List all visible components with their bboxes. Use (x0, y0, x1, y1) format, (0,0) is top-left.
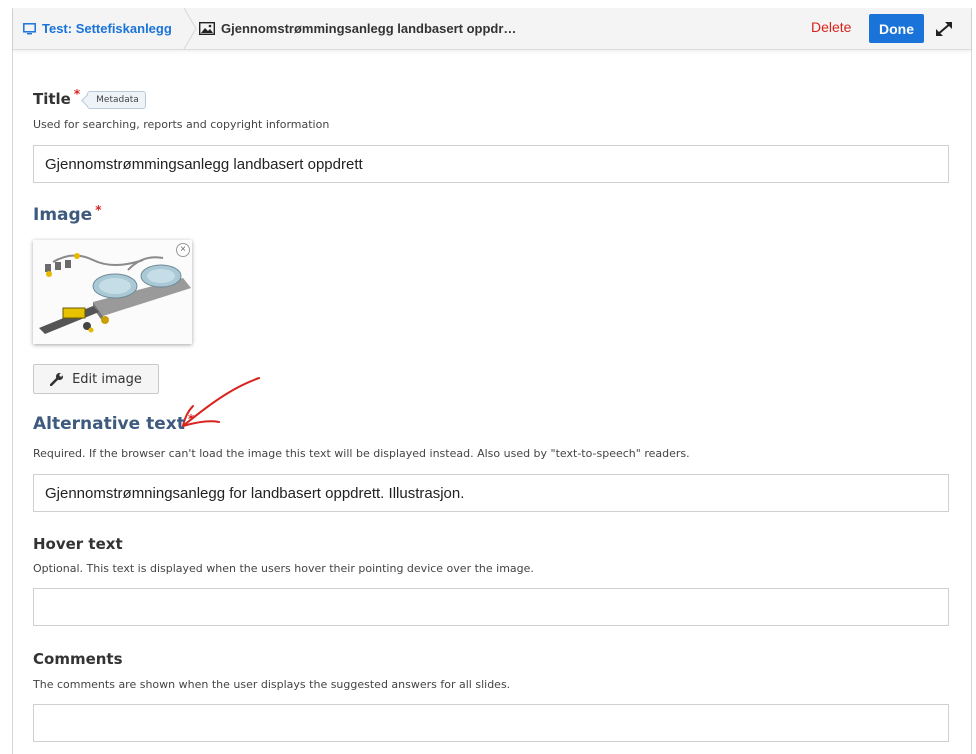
title-input[interactable] (33, 145, 949, 183)
title-label: Title * Metadata (33, 87, 146, 111)
alt-text-input[interactable] (33, 474, 949, 512)
done-button[interactable]: Done (869, 14, 924, 43)
edit-image-label: Edit image (72, 371, 142, 387)
breadcrumb-root[interactable]: Test: Settefiskanlegg (13, 8, 185, 49)
breadcrumb-separator (183, 8, 197, 49)
monitor-icon (23, 22, 36, 35)
comments-description: The comments are shown when the user dis… (33, 678, 511, 691)
metadata-tag: Metadata (87, 91, 146, 109)
alt-text-label-text: Alternative text (33, 414, 185, 434)
comments-label: Comments (33, 650, 123, 668)
image-thumbnail[interactable]: × (33, 240, 192, 344)
title-label-text: Title (33, 90, 71, 108)
fish-farm-illustration (33, 240, 192, 344)
top-bar: Test: Settefiskanlegg Gjennomstrømmingsa… (13, 8, 971, 50)
hover-text-label: Hover text (33, 535, 123, 553)
required-marker: * (73, 87, 81, 101)
image-icon (199, 22, 215, 35)
wrench-icon (50, 372, 64, 386)
edit-image-button[interactable]: Edit image (33, 364, 159, 394)
breadcrumb-current-label: Gjennomstrømmingsanlegg landbasert oppdr… (221, 21, 517, 36)
required-marker: * (95, 203, 102, 217)
breadcrumb-current: Gjennomstrømmingsanlegg landbasert oppdr… (199, 8, 599, 49)
delete-button[interactable]: Delete (811, 19, 851, 35)
title-description: Used for searching, reports and copyrigh… (33, 118, 330, 131)
alt-text-description: Required. If the browser can't load the … (33, 447, 690, 460)
image-label: Image * (33, 203, 102, 225)
comments-input[interactable] (33, 704, 949, 742)
hover-text-input[interactable] (33, 588, 949, 626)
breadcrumb-root-label: Test: Settefiskanlegg (42, 21, 172, 36)
expand-arrows-icon[interactable] (933, 19, 955, 39)
remove-image-button[interactable]: × (176, 243, 190, 257)
alt-text-label: Alternative text * (33, 412, 195, 434)
hover-text-description: Optional. This text is displayed when th… (33, 562, 534, 575)
required-marker: * (187, 412, 195, 426)
image-label-text: Image (33, 205, 93, 225)
editor-panel: Test: Settefiskanlegg Gjennomstrømmingsa… (12, 8, 972, 754)
